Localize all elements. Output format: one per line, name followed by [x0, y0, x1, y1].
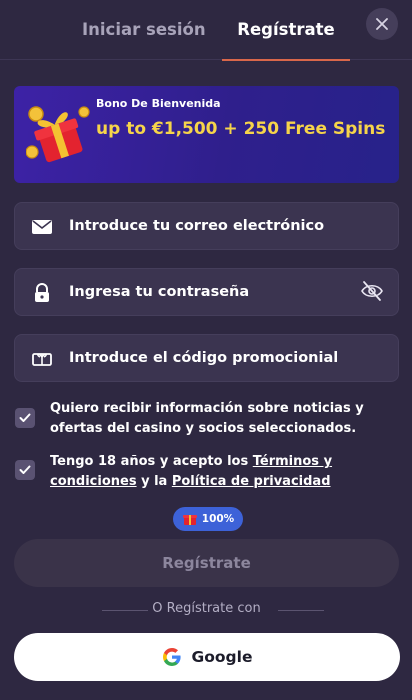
progress-badge: 100% [173, 507, 243, 531]
terms-consent-checkbox[interactable] [15, 460, 35, 480]
promo-placeholder: Introduce el código promocionial [69, 350, 339, 366]
email-field[interactable]: Introduce tu correo electrónico [14, 202, 399, 250]
register-button[interactable]: Regístrate [14, 539, 399, 587]
google-label: Google [191, 648, 253, 666]
tab-login[interactable]: Iniciar sesión [82, 0, 206, 60]
divider-text: O Regístrate con [152, 601, 261, 616]
email-placeholder: Introduce tu correo electrónico [69, 218, 325, 234]
marketing-consent-label: Quiero recibir información sobre noticia… [50, 401, 364, 436]
progress-badge-text: 100% [201, 513, 235, 525]
tab-register[interactable]: Regístrate [222, 0, 350, 61]
google-signin-button[interactable]: Google [14, 633, 400, 681]
password-placeholder: Ingresa tu contraseña [69, 284, 250, 300]
ticket-icon [32, 353, 52, 366]
social-divider: O Regístrate con [14, 600, 399, 620]
bonus-label: Bono De Bienvenida [96, 97, 221, 110]
envelope-icon [32, 220, 52, 234]
close-button[interactable] [366, 8, 398, 40]
terms-prefix: Tengo 18 años y acepto los [50, 454, 253, 469]
checkmark-icon [19, 413, 31, 422]
marketing-consent-checkbox[interactable] [15, 408, 35, 428]
eye-off-icon[interactable] [360, 279, 384, 303]
bonus-offer: up to €1,500 + 250 Free Spins [96, 119, 386, 139]
terms-consent-label: Tengo 18 años y acepto los Términos y co… [50, 452, 370, 492]
terms-middle: y la [136, 474, 172, 489]
close-icon [376, 18, 388, 30]
password-field[interactable]: Ingresa tu contraseña [14, 268, 399, 316]
gift-box-icon [26, 106, 90, 163]
promo-code-field[interactable]: Introduce el código promocionial [14, 334, 399, 382]
gift-box-icon [182, 515, 197, 525]
divider-line-right [278, 610, 324, 611]
lock-icon [35, 283, 49, 302]
welcome-bonus-banner: Bono De Bienvenida up to €1,500 + 250 Fr… [14, 86, 399, 183]
auth-header: Iniciar sesión Regístrate [0, 0, 412, 61]
google-logo [162, 648, 181, 666]
privacy-link[interactable]: Política de privacidad [172, 474, 331, 489]
checkmark-icon [19, 465, 31, 474]
